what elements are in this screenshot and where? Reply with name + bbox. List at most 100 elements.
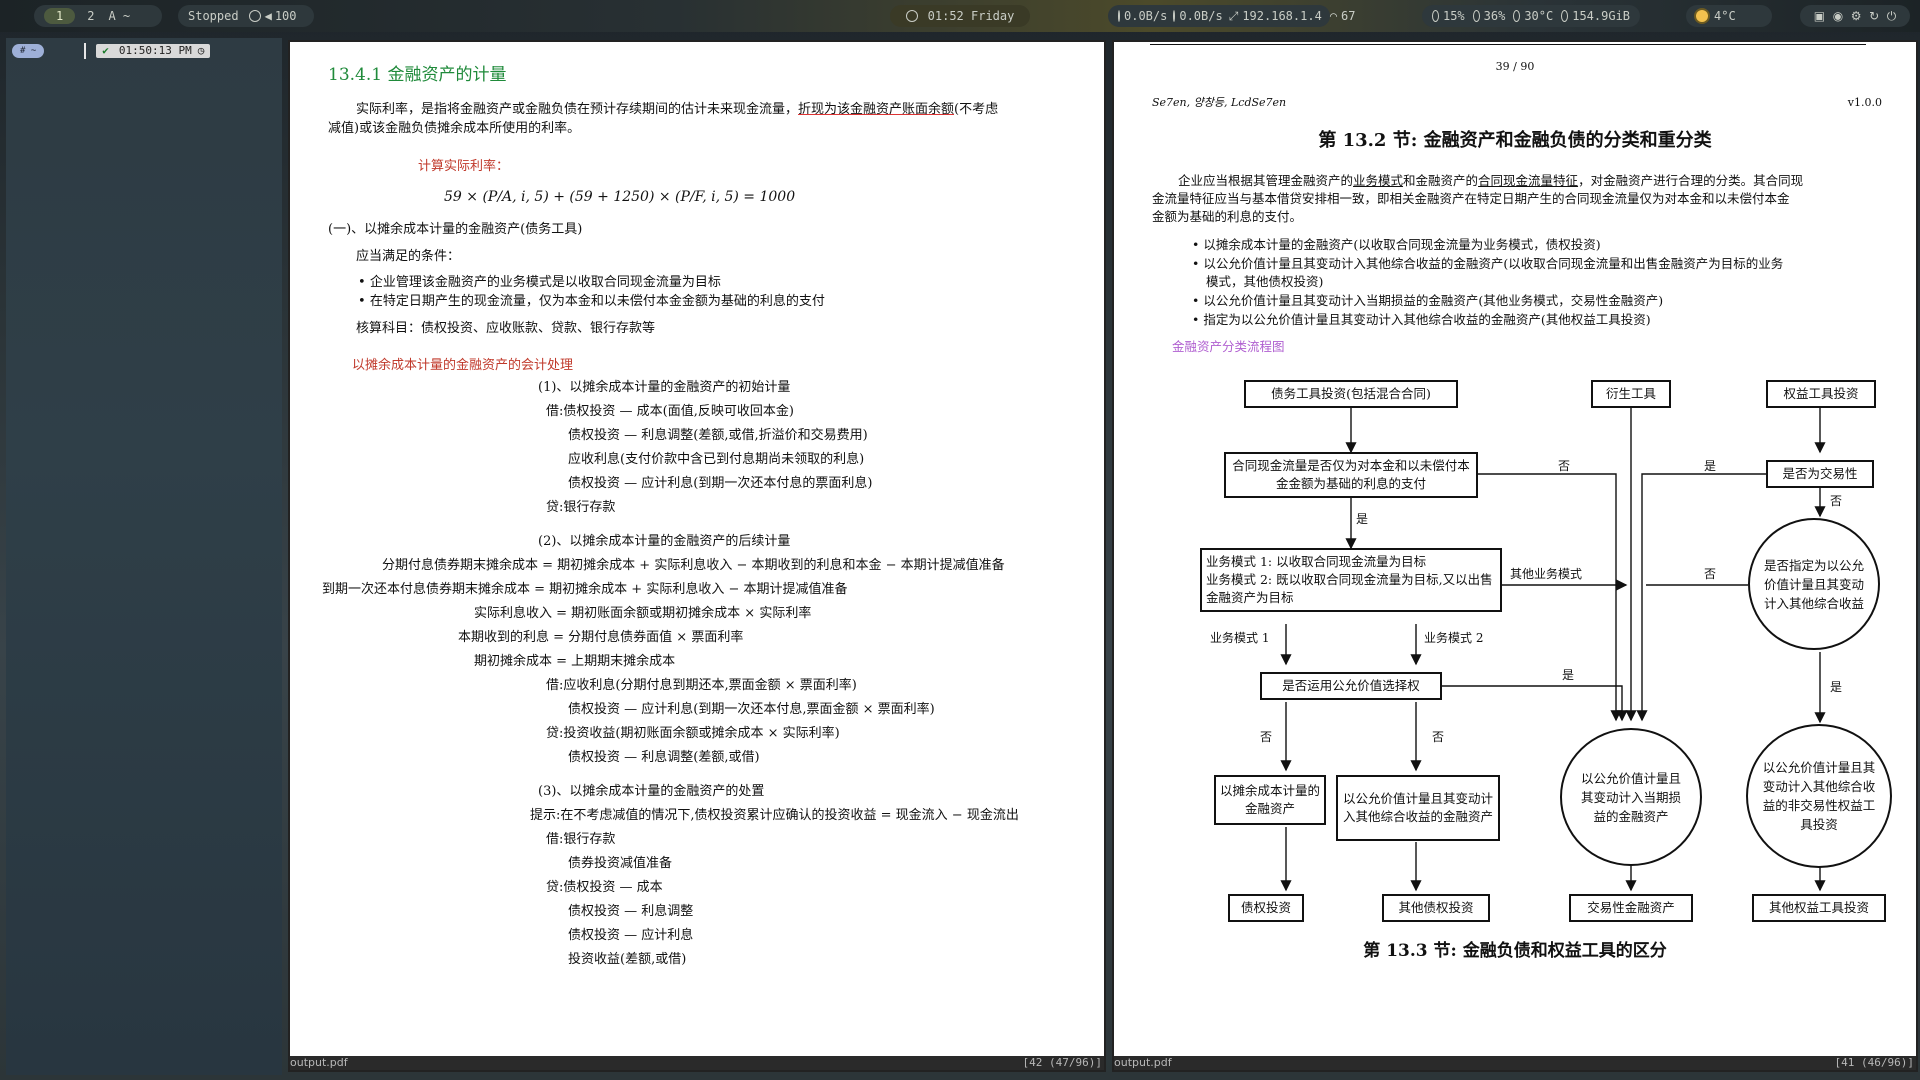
weather-temp: 4°C	[1714, 9, 1736, 23]
line-6: 贷:银行存款	[546, 500, 616, 515]
panel-tag[interactable]: # ~	[12, 44, 45, 58]
label-no-fvo-1: 否	[1260, 730, 1273, 744]
disk-icon	[1561, 10, 1569, 22]
final-trading-assets: 交易性金融资产	[1569, 894, 1693, 922]
box-sppi-test: 合同现金流量是否仅为对本金和以未偿付本金金额为基础的利息的支付	[1224, 452, 1478, 498]
label-business-model-2: 业务模式 2	[1424, 631, 1484, 645]
line-3: 债权投资 — 利息调整(差额,或借,折溢价和交易费用)	[568, 428, 868, 443]
net-up: 0.0B/s	[1179, 9, 1223, 23]
result-amortised-cost: 以摊余成本计量的金融资产	[1214, 775, 1326, 825]
lock-icon[interactable]: ▣	[1814, 5, 1825, 27]
speaker-icon: ◀	[264, 9, 272, 23]
clock-icon	[905, 10, 918, 22]
next-section-heading: 第 13.3 节: 金融负债和权益工具的区分	[1363, 941, 1667, 961]
status-bar-left: output.pdf [42 (47/96)]	[290, 1056, 1104, 1070]
net-down: 0.0B/s	[1124, 9, 1168, 23]
weather-widget[interactable]: 4°C	[1686, 5, 1772, 27]
line-11: 本期收到的利息 = 分期付息债券面值 × 票面利率	[458, 630, 744, 645]
line-18: 提示:在不考虑减值的情况下,债权投资累计应确认的投资收益 = 现金流入 − 现金…	[530, 808, 1019, 823]
line-1: (1)、以摊余成本计量的金融资产的初始计量	[538, 380, 791, 395]
label-other-business-model: 其他业务模式	[1510, 567, 1583, 581]
conditions-title: 应当满足的条件：	[356, 249, 461, 264]
line-15: 贷:投资收益(期初账面余额或摊余成本 × 实际利率)	[546, 726, 840, 741]
label-yes-designated: 是	[1830, 680, 1843, 694]
line-22: 债权投资 — 利息调整	[568, 904, 694, 919]
box-debt-instruments: 债务工具投资(包括混合合同)	[1244, 380, 1458, 408]
label-yes-trading: 是	[1704, 459, 1717, 473]
cpu-usage: 15%	[1442, 9, 1465, 23]
classification-flowchart: 债务工具投资(包括混合合同) 衍生工具 权益工具投资 合同现金流量是否仅为对本金…	[1114, 42, 1916, 1032]
label-no-sppi: 否	[1558, 459, 1571, 473]
label-no-designated: 否	[1704, 567, 1717, 581]
pdf-viewer-right[interactable]: 39 / 90 Se7en, 양창등, LcdSe7en v1.0.0 第 13…	[1112, 40, 1918, 1072]
network-widget[interactable]: 0.0B/s 0.0B/s ⤢ 192.168.1.4 ◠ 67	[1108, 5, 1356, 27]
sun-icon	[1696, 10, 1708, 22]
intro-line-1: 实际利率，是指将金融资产或金融负债在预计存续期间的估计未来现金流量，折现为该金融…	[356, 100, 998, 119]
temperature: 30°C	[1524, 9, 1554, 23]
gamepad-icon[interactable]: ◉	[1833, 5, 1843, 27]
wifi-icon: ◠	[1329, 9, 1338, 23]
line-10: 实际利息收入 = 期初账面余额或期初摊余成本 × 实际利率	[474, 606, 812, 621]
line-24: 投资收益(差额,或借)	[568, 952, 687, 967]
media-status: Stopped	[188, 9, 239, 23]
line-2: 借:债权投资 — 成本(面值,反映可收回本金)	[546, 404, 794, 419]
workspace-switcher: 1 2 A ~	[34, 5, 162, 27]
label-yes-sppi: 是	[1356, 512, 1369, 526]
accounts: 核算科目：债权投资、应收账款、贷款、银行存款等	[356, 321, 656, 336]
settings-icon[interactable]: ⚙	[1851, 5, 1862, 27]
circle-fvtpl: 以公允价值计量且其变动计入当期损益的金融资产	[1560, 728, 1702, 866]
temperature-icon	[1513, 10, 1521, 22]
accounting-title: 以摊余成本计量的金融资产的会计处理	[352, 358, 574, 373]
bullet-2: • 在特定日期产生的现金流量，仅为本金和以未偿付本金金额为基础的利息的支付	[358, 294, 825, 309]
box-business-models: 业务模式 1: 以收取合同现金流量为目标 业务模式 2: 既以收取合同现金流量为…	[1200, 548, 1502, 612]
clock-small-icon: ◷	[197, 44, 205, 57]
bullet-1-text: 企业管理该金融资产的业务模式是以收取合同现金流量为目标	[369, 275, 721, 290]
clock-text: 01:52 Friday	[927, 9, 1015, 23]
box-fair-value-option: 是否运用公允价值选择权	[1260, 672, 1442, 700]
wifi-signal: 67	[1341, 9, 1356, 23]
box-derivatives: 衍生工具	[1591, 380, 1671, 408]
line-9: 到期一次还本付息债券期末摊余成本 = 期初摊余成本 + 实际利息收入 − 本期计…	[322, 582, 848, 597]
line-23: 债权投资 — 应计利息	[568, 928, 694, 943]
label-yes-fvo: 是	[1562, 668, 1575, 682]
status-bar-right: output.pdf [41 (46/96)]	[1114, 1056, 1916, 1070]
final-debt-investment: 债权投资	[1228, 894, 1304, 922]
reboot-icon[interactable]: ↻	[1869, 5, 1879, 27]
pdf-viewer-left[interactable]: 13.4.1 金融资产的计量 实际利率，是指将金融资产或金融负债在预计存续期间的…	[288, 40, 1106, 1072]
separator	[84, 43, 87, 59]
workspace-2[interactable]: 2	[87, 5, 94, 27]
line-12: 期初摊余成本 = 上期期末摊余成本	[474, 654, 676, 669]
workspace-1[interactable]: 1	[44, 8, 76, 24]
clock-widget[interactable]: 01:52 Friday	[890, 5, 1030, 27]
label-business-model-1: 业务模式 1	[1210, 631, 1270, 645]
system-widget[interactable]: 15% 36% 30°C 154.9GiB	[1422, 5, 1640, 27]
layout-indicator[interactable]: A ~	[108, 5, 130, 27]
file-name: output.pdf	[1114, 1056, 1172, 1069]
line-13: 借:应收利息(分期付息到期还本,票面金额 × 票面利率)	[546, 678, 857, 693]
formula: 59 × (P/A, i, 5) + (59 + 1250) × (P/F, i…	[444, 189, 796, 205]
volume-level: 100	[274, 9, 297, 23]
section-1: (一)、以摊余成本计量的金融资产(债务工具)	[328, 222, 583, 237]
ip-address: 192.168.1.4	[1242, 9, 1322, 23]
memory-usage: 36%	[1483, 9, 1506, 23]
media-widget[interactable]: Stopped ◀ 100	[178, 5, 314, 27]
bullet-1: • 企业管理该金融资产的业务模式是以收取合同现金流量为目标	[358, 275, 721, 290]
line-21: 贷:债权投资 — 成本	[546, 880, 663, 895]
line-8: 分期付息债券期末摊余成本 = 期初摊余成本 + 实际利息收入 − 本期收到的利息…	[382, 558, 1005, 573]
circle-designated-fvoci: 是否指定为以公允价值计量且其变动计入其他综合收益	[1748, 518, 1880, 650]
page-indicator: [41 (46/96)]	[1834, 1056, 1914, 1069]
intro-text-a: 实际利率，是指将金融资产或金融负债在预计存续期间的估计未来现金流量，	[356, 102, 799, 117]
calc-label: 计算实际利率：	[418, 159, 510, 174]
line-20: 债券投资减值准备	[568, 856, 673, 871]
final-other-equity-investment: 其他权益工具投资	[1752, 894, 1886, 922]
circle-fvoci-equity: 以公允价值计量且其变动计入其他综合收益的非交易性权益工具投资	[1746, 724, 1892, 868]
panel-clock: ✔ 01:50:13 PM ◷	[96, 44, 211, 58]
upload-icon	[1173, 10, 1176, 22]
label-no-trading: 否	[1830, 494, 1843, 508]
power-icon[interactable]: ⏻	[1887, 5, 1897, 27]
business-model-1-text: 业务模式 1: 以收取合同现金流量为目标	[1206, 554, 1427, 569]
check-icon: ✔	[102, 44, 109, 57]
line-19: 借:银行存款	[546, 832, 616, 847]
intro-text-c: (不考虑	[954, 102, 999, 117]
line-14: 债权投资 — 应计利息(到期一次还本付息,票面金额 × 票面利率)	[568, 702, 935, 717]
